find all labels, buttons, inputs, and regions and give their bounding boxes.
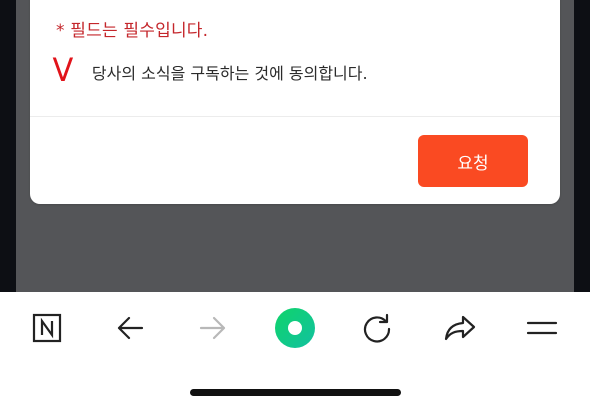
consent-label: 당사의 소식을 구독하는 것에 동의합니다. (91, 64, 368, 83)
request-button[interactable]: 요청 (418, 135, 528, 187)
menu-button[interactable] (520, 306, 564, 350)
screen: * 필드는 필수입니다. V 당사의 소식을 구독하는 것에 동의합니다. 요청 (0, 0, 590, 407)
consent-checkbox-row[interactable]: V 당사의 소식을 구독하는 것에 동의합니다. (52, 46, 368, 86)
arrow-right-icon (197, 312, 229, 344)
naver-home-button[interactable] (25, 306, 69, 350)
reload-icon (361, 312, 393, 344)
divider (30, 116, 560, 117)
n-square-icon (31, 312, 63, 344)
share-icon (443, 312, 477, 344)
check-mark-icon[interactable]: V (53, 54, 74, 86)
reload-button[interactable] (355, 306, 399, 350)
arrow-left-icon (114, 312, 146, 344)
subscription-modal: * 필드는 필수입니다. V 당사의 소식을 구독하는 것에 동의합니다. 요청 (30, 0, 560, 204)
green-dot-icon (274, 307, 316, 349)
browser-toolbar (0, 292, 590, 407)
home-indicator[interactable] (190, 389, 401, 396)
menu-icon (526, 312, 558, 344)
green-dot-button[interactable] (273, 306, 317, 350)
forward-button[interactable] (191, 306, 235, 350)
back-button[interactable] (108, 306, 152, 350)
share-button[interactable] (438, 306, 482, 350)
required-fields-note: * 필드는 필수입니다. (56, 21, 209, 41)
